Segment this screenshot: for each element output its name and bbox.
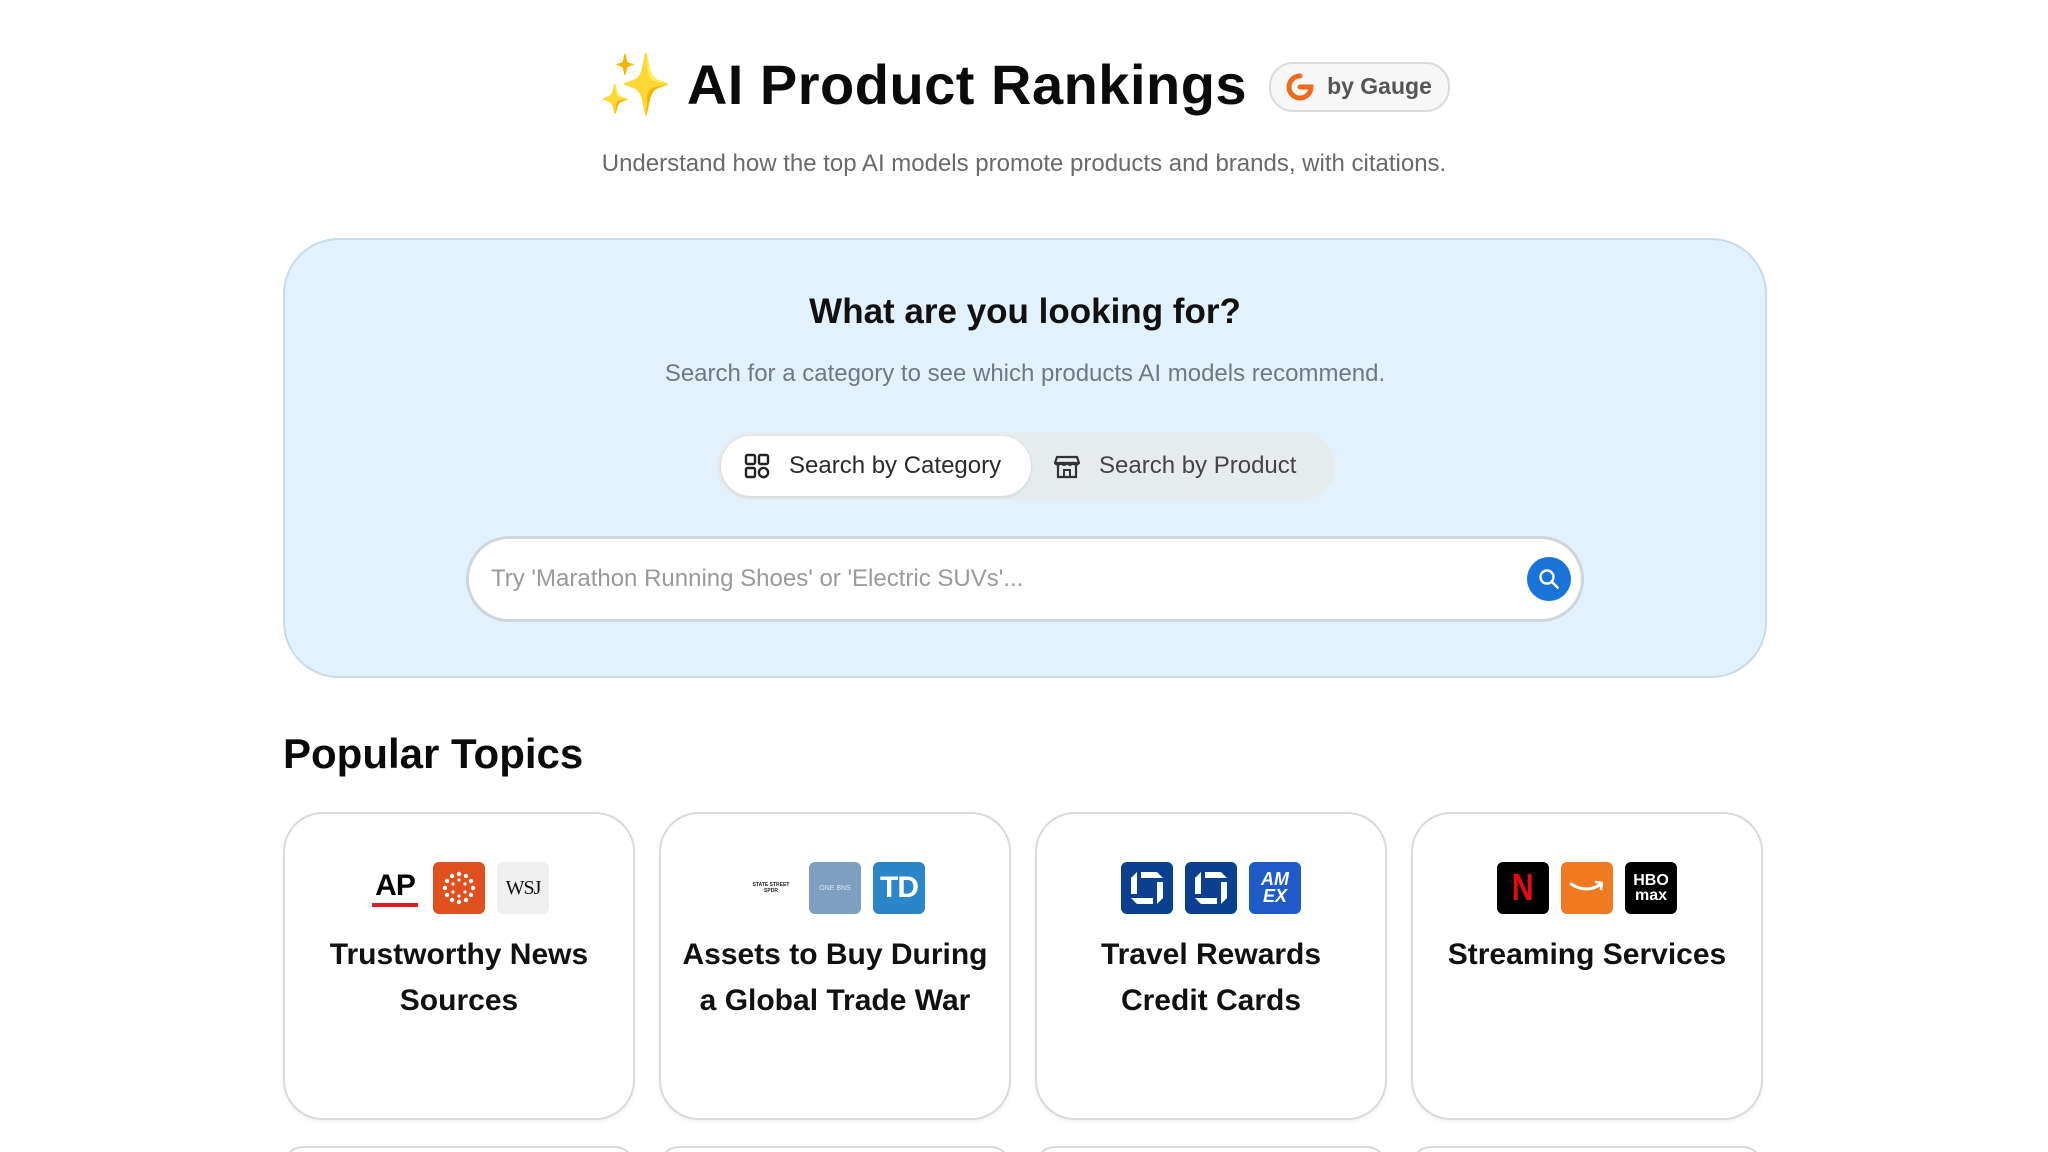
card-label: Travel Rewards Credit Cards [1100, 938, 1322, 1017]
topic-card-streaming-services[interactable]: N HBO max Streaming Services [1411, 812, 1763, 1120]
search-mode-toggle: Search by Category Search by Product [717, 432, 1335, 500]
page-subtitle: Understand how the top AI models promote… [601, 150, 1447, 177]
card-label: Assets to Buy During a Global Trade War [682, 938, 988, 1017]
card-label: Trustworthy News Sources [329, 938, 589, 1017]
topic-card[interactable] [1035, 1146, 1387, 1152]
card-logos: AM EX [1037, 862, 1385, 914]
card-logos: N HBO max [1413, 862, 1761, 914]
search-box [466, 536, 1584, 622]
tab-label: Search by Product [1099, 452, 1297, 479]
topic-card[interactable] [283, 1146, 635, 1152]
gauge-badge[interactable]: by Gauge [1269, 61, 1450, 112]
popular-topics-grid: AP WSJ Trustworthy News Sources STATE ST… [283, 812, 1763, 1120]
search-panel: What are you looking for? Search for a c… [283, 238, 1767, 678]
card-label: Streaming Services [1447, 938, 1727, 971]
wsj-logo: WSJ [497, 862, 549, 914]
tab-search-by-product[interactable]: Search by Product [1031, 436, 1318, 496]
section-title-popular-topics: Popular Topics [283, 730, 584, 777]
tab-search-by-category[interactable]: Search by Category [721, 436, 1031, 496]
store-icon [1053, 455, 1081, 479]
state-street-spdr-logo: STATE STREET SPDR [745, 862, 797, 914]
search-heading: What are you looking for? [809, 292, 1241, 331]
card-logos: STATE STREET SPDR ONE BNS TD [661, 862, 1009, 914]
search-input[interactable] [469, 548, 1527, 610]
hbo-max-logo: HBO max [1625, 862, 1677, 914]
grid-icon [744, 453, 770, 479]
netflix-logo: N [1497, 862, 1549, 914]
chase-logo-1 [1121, 862, 1173, 914]
topic-card-trade-war-assets[interactable]: STATE STREET SPDR ONE BNS TD Assets to B… [659, 812, 1011, 1120]
amex-logo: AM EX [1249, 862, 1301, 914]
chase-logo-2 [1185, 862, 1237, 914]
search-icon [1539, 569, 1559, 589]
badge-label: by Gauge [1327, 73, 1432, 99]
page: ✨ AI Product Rankings by Gauge Understan… [0, 0, 2048, 1152]
popular-topics-next-row [283, 1146, 1763, 1152]
gauge-logo-icon [1286, 73, 1314, 100]
header: ✨ AI Product Rankings by Gauge [0, 52, 2048, 117]
sparkle-icon: ✨ [598, 50, 673, 118]
amazon-logo [1561, 862, 1613, 914]
search-subheading: Search for a category to see which produ… [664, 360, 1386, 387]
ap-logo: AP [369, 862, 421, 914]
topic-card[interactable] [1411, 1146, 1763, 1152]
topic-card-news-sources[interactable]: AP WSJ Trustworthy News Sources [283, 812, 635, 1120]
reuters-logo [433, 862, 485, 914]
page-title: AI Product Rankings [686, 53, 1248, 116]
td-logo: TD [873, 862, 925, 914]
one-brand-logo: ONE BNS [809, 862, 861, 914]
search-button[interactable] [1527, 557, 1571, 601]
topic-card-travel-credit-cards[interactable]: AM EX Travel Rewards Credit Cards [1035, 812, 1387, 1120]
card-logos: AP WSJ [285, 862, 633, 914]
tab-label: Search by Category [789, 452, 1002, 479]
topic-card[interactable] [659, 1146, 1011, 1152]
